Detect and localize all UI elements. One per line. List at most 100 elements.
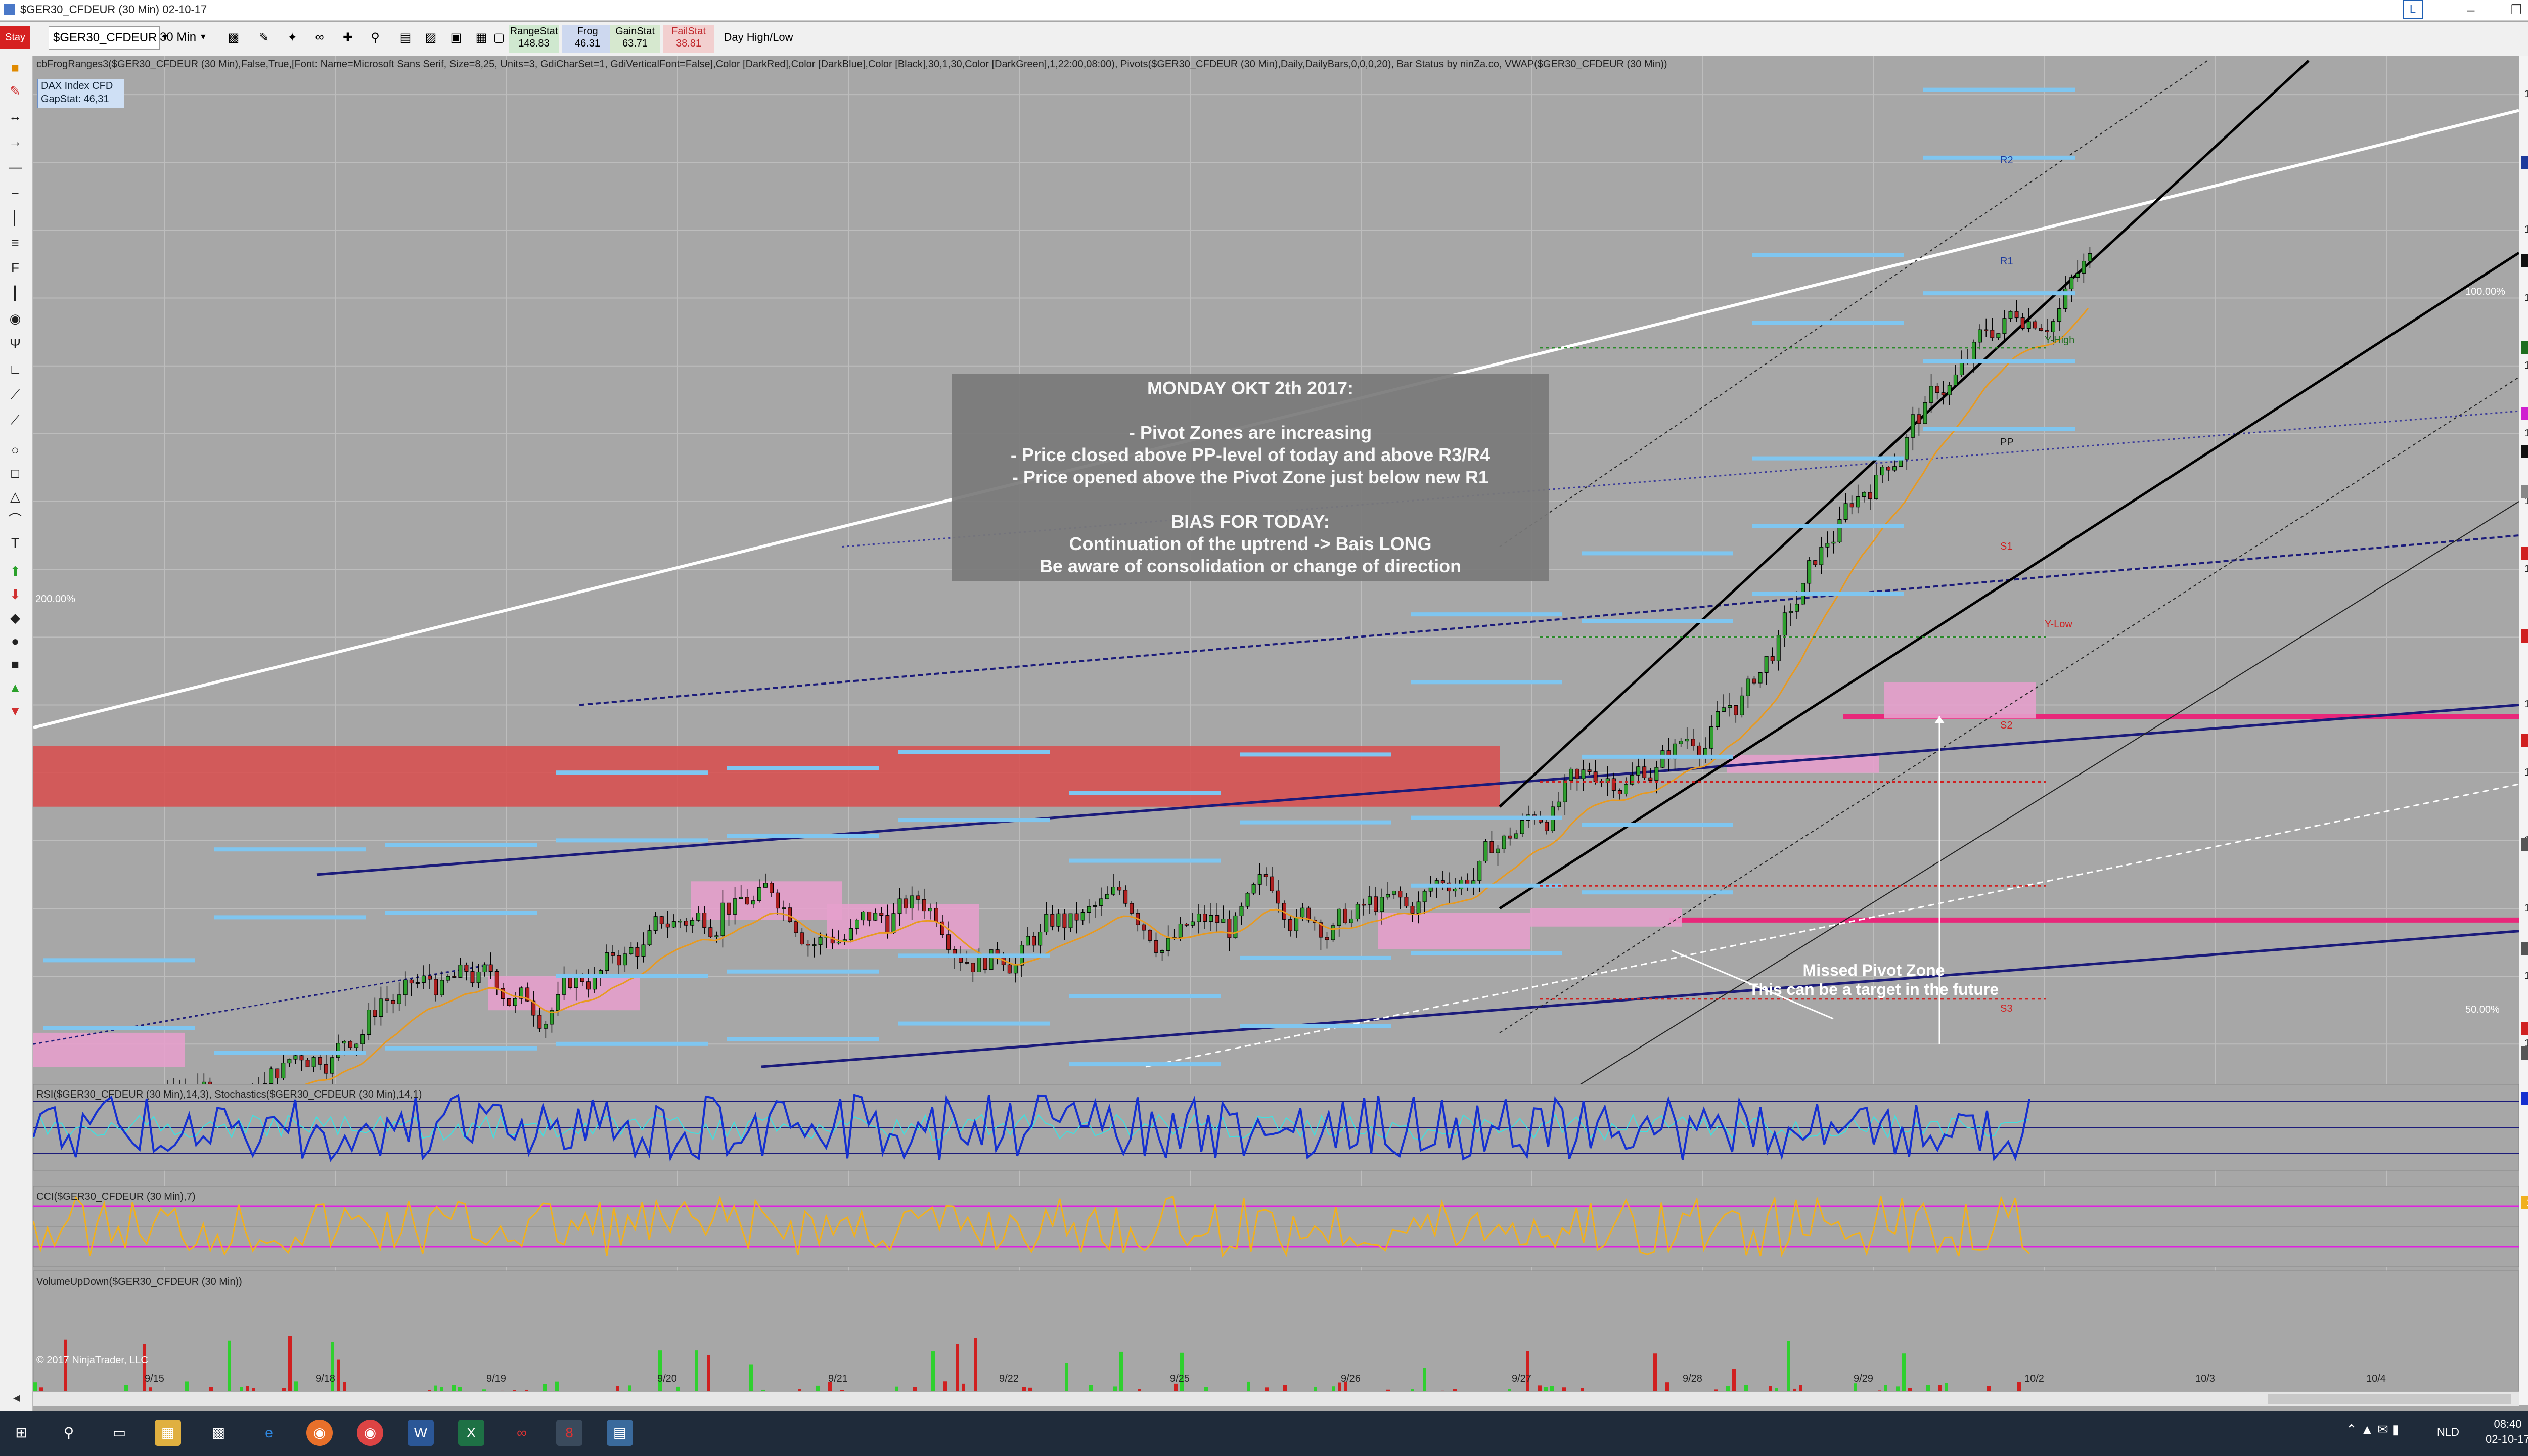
fib-extension-icon[interactable]: F (5, 258, 25, 278)
candle (1404, 897, 1409, 907)
explorer-icon[interactable]: ▦ (155, 1420, 181, 1446)
data-box-icon[interactable]: ▤ (394, 26, 417, 49)
search-icon[interactable]: ⚲ (56, 1420, 82, 1446)
candle (1056, 913, 1061, 927)
dot-icon[interactable]: ● (5, 631, 25, 651)
candle (2075, 272, 2080, 278)
candle (1911, 414, 1915, 438)
candle (1722, 707, 1726, 712)
candle (727, 902, 731, 915)
arrow-line-icon[interactable]: ↔ (5, 106, 25, 126)
square-icon[interactable]: ■ (5, 654, 25, 674)
triangle-up-icon[interactable]: ▲ (5, 677, 25, 698)
templates-icon[interactable]: ▢ (488, 26, 510, 49)
taskview-icon[interactable]: ▭ (106, 1420, 132, 1446)
window-title: $GER30_CFDEUR (30 Min) 02-10-17 (20, 3, 207, 16)
language-indicator[interactable]: NLD (2437, 1426, 2459, 1439)
scroll-thumb[interactable] (2268, 1394, 2511, 1404)
strategy-icon[interactable]: ✦ (281, 26, 303, 49)
scroll-left-icon[interactable]: ◀ (13, 1393, 20, 1403)
fib-retracement-icon[interactable]: ≡ (5, 233, 25, 253)
candle (1227, 919, 1232, 938)
highlight-icon[interactable]: ■ (5, 58, 25, 78)
day-high-low-button[interactable]: Day High/Low (718, 26, 799, 49)
ninja8-icon[interactable]: 8 (556, 1420, 582, 1446)
ninja-icon[interactable]: ∞ (509, 1420, 535, 1446)
instrument-label: $GER30_CFDEUR (53, 31, 157, 44)
instrument-selector[interactable]: $GER30_CFDEUR ▼ (49, 26, 169, 50)
strategies-icon[interactable]: ▣ (445, 26, 467, 49)
bar-type-icon[interactable]: ▩ (222, 26, 245, 49)
chrome-icon[interactable]: ◉ (357, 1420, 383, 1446)
store-icon[interactable]: ▩ (205, 1420, 232, 1446)
price-marker: 12818,84 (2521, 407, 2528, 421)
candle (415, 982, 420, 984)
word-icon[interactable]: W (408, 1420, 434, 1446)
ray-icon[interactable]: — (5, 157, 25, 177)
arrow-up-icon[interactable]: ⬆ (5, 561, 25, 581)
edge-icon[interactable]: e (256, 1420, 282, 1446)
gann-fan-icon[interactable]: ∟ (5, 359, 25, 379)
price-chart-svg[interactable] (33, 56, 2519, 1405)
fib-circle-icon[interactable]: ◉ (5, 308, 25, 329)
link-icon[interactable]: ∞ (308, 26, 331, 49)
stay-button[interactable]: Stay (0, 26, 30, 49)
ellipse-icon[interactable]: ○ (5, 440, 25, 460)
rectangle-icon[interactable]: □ (5, 463, 25, 483)
candle (1892, 466, 1897, 471)
draw-pencil-icon[interactable]: ✎ (253, 26, 275, 49)
rsi-panel-title: RSI($GER30_CFDEUR (30 Min),14,3), Stocha… (36, 1089, 422, 1100)
tray-icons[interactable]: ⌃ ▲ ✉ ▮ (2346, 1422, 2399, 1437)
indicators-icon[interactable]: ▨ (420, 26, 442, 49)
zoom-icon[interactable]: ⚲ (364, 26, 386, 49)
candle (1062, 913, 1067, 928)
candle (1123, 890, 1128, 904)
candle (922, 899, 926, 912)
extended-line-icon[interactable]: → (5, 131, 25, 152)
firefox-icon[interactable]: ◉ (306, 1420, 333, 1446)
candle (1410, 906, 1415, 914)
text-icon[interactable]: T (5, 533, 25, 553)
diamond-icon[interactable]: ◆ (5, 608, 25, 628)
restore-icon[interactable]: ❐ (2510, 2, 2522, 18)
taskbar: ⊞ ⚲ ▭ ▦ ▩ e ◉ ◉ W X ∞ 8 ▤ ⌃ ▲ ✉ ▮ NLD 08… (0, 1410, 2528, 1456)
horizontal-scrollbar[interactable]: ◀ ▶ (13, 1391, 2519, 1406)
minimize-icon[interactable]: – (2467, 2, 2474, 18)
app-icon[interactable]: ▤ (607, 1420, 633, 1446)
price-axis[interactable]: 12960,0012930,0012900,0012870,0012840,00… (2519, 56, 2528, 1405)
pivot-level (1923, 291, 2075, 296)
andrews-pitchfork-icon[interactable]: Ψ (5, 334, 25, 354)
start-icon[interactable]: ⊞ (8, 1420, 34, 1446)
vertical-line-icon[interactable]: │ (5, 207, 25, 228)
candle (2082, 261, 2086, 274)
arc-icon[interactable]: ⌒ (5, 510, 25, 530)
horizontal-line-icon[interactable]: ⎯ (5, 182, 25, 202)
pivot-level (1411, 612, 1562, 617)
candle (1368, 896, 1372, 905)
triangle-icon[interactable]: △ (5, 486, 25, 507)
x-tick-label: 9/27 (1512, 1373, 1531, 1384)
candle (1477, 861, 1482, 881)
chart-area[interactable]: cbFrogRanges3($GER30_CFDEUR (30 Min),Fal… (33, 56, 2519, 1405)
candle (1758, 672, 1763, 684)
interval-selector[interactable]: 30 Min ▼ (160, 26, 215, 49)
x-tick-label: 9/22 (999, 1373, 1019, 1384)
candle (623, 953, 627, 966)
candle (1239, 906, 1244, 916)
pivot-level (1582, 551, 1733, 556)
regression-channel-icon[interactable]: ⟋ (5, 384, 25, 404)
candle (1508, 835, 1512, 839)
candle (629, 947, 634, 954)
arrow-down-icon[interactable]: ⬇ (5, 584, 25, 605)
crosshair-icon[interactable]: ✚ (337, 26, 359, 49)
fib-time-icon[interactable]: ┃ (5, 283, 25, 303)
rangestat-badge: RangeStat 148.83 (509, 25, 559, 53)
candle (696, 913, 701, 921)
link-badge[interactable]: L (2403, 0, 2423, 19)
trend-channel-icon[interactable]: ⟋ (5, 410, 25, 430)
triangle-down-icon[interactable]: ▼ (5, 701, 25, 721)
pencil-icon[interactable]: ✎ (5, 81, 25, 101)
excel-icon[interactable]: X (458, 1420, 484, 1446)
candle (1764, 656, 1769, 673)
clock[interactable]: 08:40 02-10-17 (2477, 1417, 2528, 1447)
